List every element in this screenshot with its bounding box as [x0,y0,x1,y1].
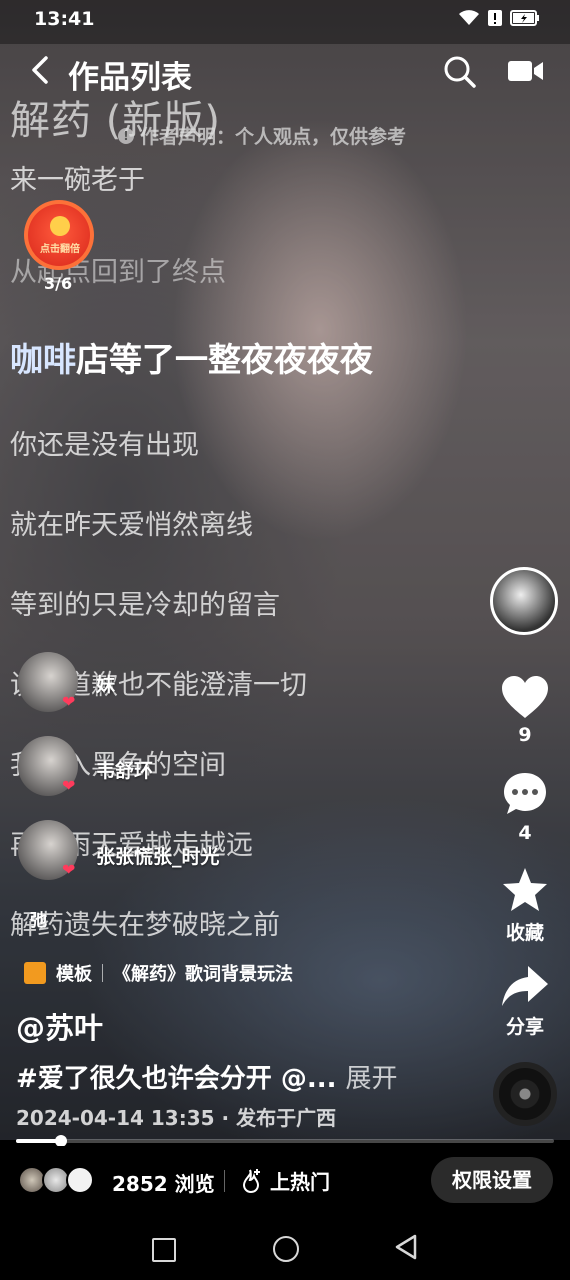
fan-avatar[interactable]: ❤ [18,820,78,880]
system-back-button[interactable] [394,1234,418,1264]
comment-count: 4 [518,822,532,844]
info-icon: ! [118,127,134,144]
camera-icon [508,61,543,81]
fan-name: 弛 [30,911,47,931]
heart-icon: ❤ [62,860,76,879]
promote-label: 上热门 [270,1170,330,1194]
author-name[interactable]: @苏叶 [16,1005,103,1047]
lyric-line: 来一碗老于 [10,165,145,196]
author-avatar[interactable] [490,567,558,635]
star-icon [503,868,547,911]
lyric-current-rest: 店等了一整夜夜夜夜 [76,340,373,379]
publish-info: 2024-04-14 13:35 · 发布于广西 [16,1106,337,1130]
search-button[interactable] [442,54,478,90]
fan-name: 张张慌张_时光 [96,846,220,868]
like-button[interactable]: 9 [490,674,560,746]
back-icon [32,56,48,84]
lyric-line: 等到的只是冷却的留言 [10,590,280,621]
status-icons [458,9,540,32]
caption: #爱了很久也许会分开 @... 展开 [16,1058,398,1095]
fan-avatar[interactable]: ❤ [18,736,78,796]
red-packet-button[interactable]: 点击翻倍 [24,200,94,270]
home-button[interactable] [273,1236,299,1262]
comment-icon [504,773,546,814]
divider [102,964,103,982]
author-disclaimer: ! 作者声明：个人观点，仅供参考 [118,122,406,149]
progress-bar[interactable] [16,1135,554,1147]
disclaimer-text: 作者声明：个人观点，仅供参考 [140,126,407,148]
status-bar: 13:41 [0,0,570,44]
wifi-icon [458,9,480,32]
permission-settings-button[interactable]: 权限设置 [431,1157,553,1203]
like-count: 9 [518,724,532,746]
bottom-bar: 2852 浏览 上热门 权限设置 [0,1146,570,1216]
lyric-line-current: 咖啡店等了一整夜夜夜夜 [10,333,373,381]
lyric-line: 你还是没有出现 [10,430,199,461]
music-disc-button[interactable] [493,1062,557,1126]
template-link[interactable]: 模板 《解药》歌词背景玩法 [24,960,293,986]
promote-button[interactable]: 上热门 [240,1166,330,1195]
back-button[interactable] [26,52,60,92]
system-nav-bar [0,1216,570,1280]
heart-icon: ❤ [62,776,76,795]
view-count[interactable]: 2852 浏览 [112,1168,215,1197]
fan-name: 妹 [96,674,116,696]
favorite-label: 收藏 [505,922,544,944]
lyric-current-sung: 咖啡 [10,340,76,379]
comment-button[interactable]: 4 [490,770,560,844]
red-packet-count: 3/6 [44,274,73,293]
template-icon [24,962,46,984]
share-button[interactable]: 分享 [490,964,560,1039]
expand-link[interactable]: 展开 [346,1064,398,1094]
fan-name: 韦舒环 [96,760,154,782]
red-packet-label: 点击翻倍 [40,244,80,255]
heart-icon: ❤ [62,692,76,711]
divider [224,1170,225,1192]
caption-text[interactable]: #爱了很久也许会分开 @... [16,1064,336,1094]
lyric-line: 解药遗失在梦破晓之前 [10,910,280,941]
coin-icon [50,216,70,236]
flame-plus-icon [242,1168,260,1193]
share-icon [502,966,548,1006]
lyric-line: 就在昨天爱悄然离线 [10,510,253,541]
template-tag: 模板 [56,964,92,985]
battery-charging-icon [510,9,540,32]
search-icon [444,56,476,88]
heart-icon [502,676,548,718]
template-name: 《解药》歌词背景玩法 [113,964,293,985]
share-label: 分享 [505,1016,544,1038]
status-time: 13:41 [34,8,95,30]
favorite-button[interactable]: 收藏 [490,866,560,945]
triangle-back-icon [395,1234,417,1260]
camera-button[interactable] [508,58,544,84]
alert-icon [488,9,502,32]
fan-avatar[interactable]: ❤ [18,652,78,712]
viewer-avatar [66,1166,94,1194]
recents-button[interactable] [152,1238,176,1262]
